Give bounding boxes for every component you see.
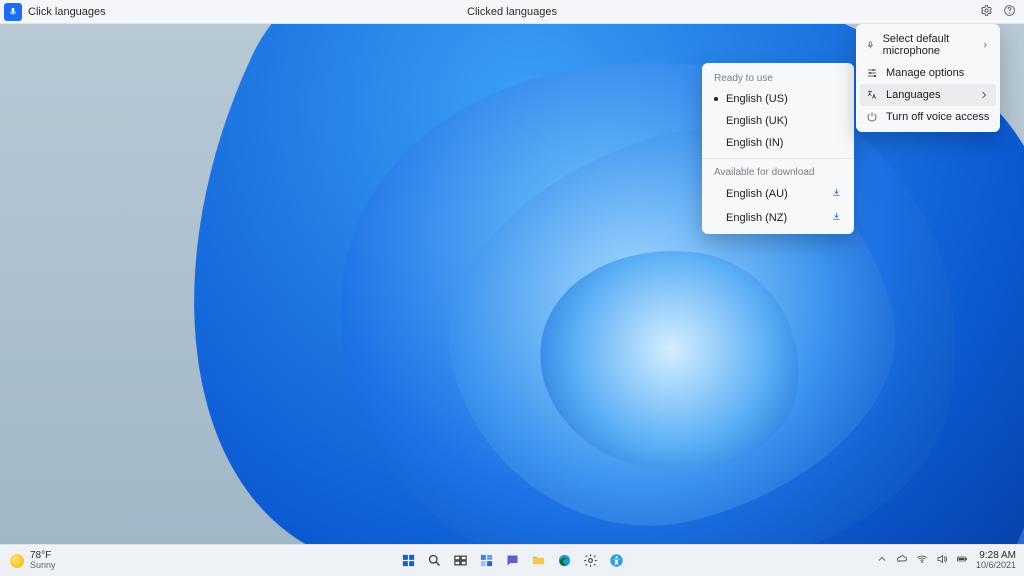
settings-button[interactable]	[980, 4, 993, 20]
edge-button[interactable]	[553, 550, 575, 572]
accessibility-icon	[609, 553, 624, 568]
mic-outline-icon	[866, 39, 875, 51]
chevron-right-icon	[981, 39, 990, 51]
search-icon	[427, 553, 442, 568]
download-icon	[831, 211, 842, 222]
language-option-en-in[interactable]: English (IN)	[702, 132, 854, 154]
folder-icon	[531, 553, 546, 568]
taskbar: 78°F Sunny	[0, 544, 1024, 576]
chat-button[interactable]	[501, 550, 523, 572]
widgets-icon	[479, 553, 494, 568]
chevron-right-icon	[978, 89, 990, 101]
languages-submenu: Ready to use English (US) English (UK) E…	[702, 63, 854, 234]
voice-settings-flyout: Select default microphone Manage options…	[856, 24, 1000, 132]
menu-item-manage-options[interactable]: Manage options	[856, 62, 1000, 84]
language-option-en-au[interactable]: English (AU)	[702, 182, 854, 206]
language-label: English (IN)	[726, 137, 783, 149]
menu-item-label: Languages	[886, 89, 940, 101]
selected-bullet-icon	[714, 97, 718, 101]
language-icon	[866, 89, 878, 101]
submenu-section-ready: Ready to use	[702, 69, 854, 88]
task-view-button[interactable]	[449, 550, 471, 572]
gear-icon	[980, 4, 993, 17]
mic-icon	[8, 7, 18, 17]
file-explorer-button[interactable]	[527, 550, 549, 572]
start-button[interactable]	[397, 550, 419, 572]
submenu-section-available: Available for download	[702, 163, 854, 182]
windows-logo-icon	[401, 553, 416, 568]
taskbar-center	[0, 550, 1024, 572]
download-icon	[831, 187, 842, 198]
voice-hint-text: Click languages	[28, 6, 106, 18]
sliders-icon	[866, 67, 878, 79]
accessibility-button[interactable]	[605, 550, 627, 572]
menu-item-label: Select default microphone	[883, 33, 974, 57]
voice-access-bar: Click languages Clicked languages	[0, 0, 1024, 24]
language-option-en-us[interactable]: English (US)	[702, 88, 854, 110]
menu-item-default-mic[interactable]: Select default microphone	[856, 28, 1000, 62]
voice-status-text: Clicked languages	[0, 6, 1024, 18]
help-icon	[1003, 4, 1016, 17]
language-option-en-uk[interactable]: English (UK)	[702, 110, 854, 132]
menu-item-languages[interactable]: Languages	[860, 84, 996, 106]
chat-icon	[505, 553, 520, 568]
settings-app-button[interactable]	[579, 550, 601, 572]
language-option-en-nz[interactable]: English (NZ)	[702, 206, 854, 230]
edge-icon	[557, 553, 572, 568]
language-label: English (NZ)	[726, 212, 787, 224]
menu-item-label: Manage options	[886, 67, 964, 79]
menu-item-turn-off[interactable]: Turn off voice access	[856, 106, 1000, 128]
language-label: English (AU)	[726, 188, 788, 200]
mic-toggle-button[interactable]	[4, 3, 22, 21]
task-view-icon	[453, 553, 468, 568]
submenu-divider	[702, 158, 854, 159]
language-label: English (UK)	[726, 115, 788, 127]
language-label: English (US)	[726, 93, 788, 105]
help-button[interactable]	[1003, 4, 1016, 20]
gear-icon	[583, 553, 598, 568]
download-button[interactable]	[831, 211, 842, 225]
widgets-button[interactable]	[475, 550, 497, 572]
download-button[interactable]	[831, 187, 842, 201]
search-button[interactable]	[423, 550, 445, 572]
power-icon	[866, 111, 878, 123]
menu-item-label: Turn off voice access	[886, 111, 989, 123]
